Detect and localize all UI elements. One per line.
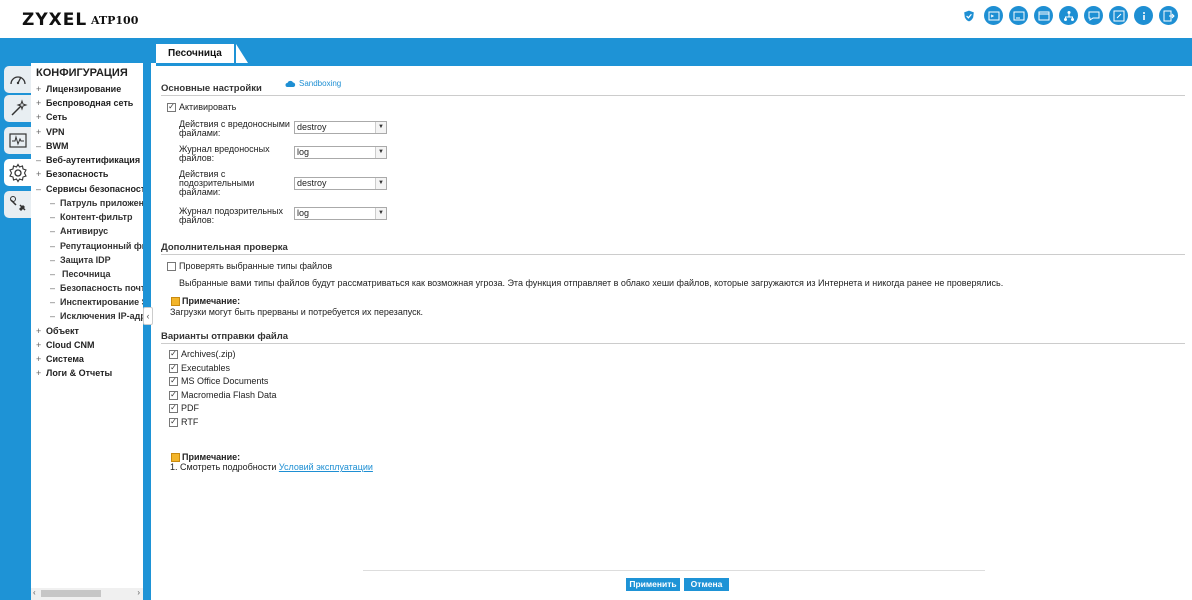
- activate-checkbox[interactable]: ✓ Активировать: [167, 102, 236, 112]
- cloud-icon: [285, 80, 296, 87]
- scroll-thumb[interactable]: [41, 590, 101, 597]
- tab-sandbox[interactable]: Песочница: [156, 44, 234, 63]
- nav-item-ip-exceptions[interactable]: –Исключения IP-адресов: [50, 311, 143, 321]
- footnote-text: 1. Смотреть подробности Условий эксплуат…: [170, 462, 373, 472]
- tab-edge: [236, 44, 248, 63]
- suspicious-action-label: Действия с подозрительными файлами:: [179, 169, 255, 197]
- nav-item-sandbox[interactable]: – Песочница: [50, 269, 112, 279]
- type-rtf-checkbox[interactable]: ✓ RTF: [169, 417, 198, 427]
- nav-item-system[interactable]: + Система: [36, 354, 84, 364]
- edit-icon[interactable]: [1109, 6, 1128, 25]
- malicious-action-select[interactable]: destroy ▼: [294, 121, 387, 134]
- nav-item-mail-security[interactable]: –Безопасность почты: [50, 283, 143, 293]
- nav-item-object[interactable]: + Объект: [36, 326, 79, 336]
- main-content: Основные настройки Sandboxing ✓ Активиро…: [151, 66, 1192, 600]
- nav-divider: [143, 63, 151, 600]
- suspicious-log-label: Журнал подозрительных файлов:: [179, 206, 283, 225]
- checkbox-checked[interactable]: ✓: [169, 363, 178, 373]
- checkbox-unchecked[interactable]: [167, 261, 176, 271]
- left-icon-rail: [0, 63, 31, 600]
- nav-item-vpn[interactable]: + VPN: [36, 127, 65, 137]
- nav-item-licensing[interactable]: + Лицензирование: [36, 84, 121, 94]
- sandboxing-link[interactable]: Sandboxing: [285, 79, 341, 88]
- extra-description: Выбранные вами типы файлов будут рассмат…: [179, 278, 1004, 288]
- type-executables-checkbox[interactable]: ✓ Executables: [169, 363, 230, 373]
- dashboard-icon[interactable]: [4, 66, 31, 93]
- nav-horizontal-scrollbar[interactable]: ‹ ›: [31, 588, 143, 600]
- chevron-down-icon: ▼: [375, 122, 386, 133]
- type-flash-checkbox[interactable]: ✓ Macromedia Flash Data: [169, 390, 277, 400]
- malicious-action-label: Действия с вредоносными файлами:: [179, 119, 290, 138]
- top-header: ZYXEL ATP100: [0, 0, 1192, 38]
- scroll-right-icon[interactable]: ›: [137, 588, 140, 597]
- wizard-icon[interactable]: [4, 95, 31, 122]
- nav-title: КОНФИГУРАЦИЯ: [36, 67, 128, 79]
- note-heading: Примечание:: [171, 296, 240, 306]
- check-file-types-checkbox[interactable]: Проверять выбранные типы файлов: [167, 261, 332, 271]
- footer-divider: [363, 570, 985, 571]
- checkbox-checked[interactable]: ✓: [169, 403, 178, 413]
- window-icon[interactable]: [1034, 6, 1053, 25]
- chat-icon[interactable]: [1084, 6, 1103, 25]
- nav-item-wireless[interactable]: + Беспроводная сеть: [36, 98, 133, 108]
- cancel-button[interactable]: Отмена: [684, 578, 729, 591]
- header-toolbar: [959, 6, 1178, 25]
- apply-button[interactable]: Применить: [626, 578, 680, 591]
- nav-item-network[interactable]: + Сеть: [36, 112, 67, 122]
- shield-icon[interactable]: [959, 6, 978, 25]
- scroll-left-icon[interactable]: ‹: [33, 588, 36, 597]
- checkbox-checked[interactable]: ✓: [169, 349, 178, 359]
- chevron-down-icon: ▼: [375, 178, 386, 189]
- nav-item-ssl-inspection[interactable]: –Инспектирование SSL: [50, 297, 143, 307]
- footnote-heading: Примечание:: [171, 452, 240, 462]
- nav-item-cloud-cnm[interactable]: + Cloud CNM: [36, 340, 95, 350]
- device-model: ATP100: [91, 14, 139, 27]
- nav-item-antivirus[interactable]: – Антивирус: [50, 226, 108, 236]
- chevron-down-icon: ▼: [375, 208, 386, 219]
- checkbox-checked[interactable]: ✓: [169, 390, 178, 400]
- checkbox-checked[interactable]: ✓: [169, 417, 178, 427]
- suspicious-action-select[interactable]: destroy ▼: [294, 177, 387, 190]
- nav-item-bwm[interactable]: – BWM: [36, 141, 69, 151]
- info-icon[interactable]: [1134, 6, 1153, 25]
- nav-item-security[interactable]: + Безопасность: [36, 169, 108, 179]
- gear-icon[interactable]: [4, 159, 31, 186]
- basic-settings-title: Основные настройки: [161, 83, 262, 94]
- checkbox-checked[interactable]: ✓: [169, 376, 178, 386]
- console-icon[interactable]: [984, 6, 1003, 25]
- note-text: Загрузки могут быть прерваны и потребует…: [170, 307, 424, 317]
- nav-item-content-filter[interactable]: – Контент-фильтр: [50, 212, 132, 222]
- nav-item-logs[interactable]: + Логи & Отчеты: [36, 368, 112, 378]
- type-archives-checkbox[interactable]: ✓ Archives(.zip): [169, 349, 236, 359]
- section-divider: [161, 95, 1185, 96]
- nav-item-reputation[interactable]: –Репутационный фильтр: [50, 241, 143, 251]
- cli-icon[interactable]: [1009, 6, 1028, 25]
- chevron-down-icon: ▼: [375, 147, 386, 158]
- nav-item-web-auth[interactable]: – Веб-аутентификация: [36, 155, 140, 165]
- monitor-icon[interactable]: [4, 127, 31, 154]
- maintenance-icon[interactable]: [4, 191, 31, 218]
- note-icon: [171, 452, 180, 462]
- malicious-log-select[interactable]: log ▼: [294, 146, 387, 159]
- zyxel-logo: ZYXEL: [22, 10, 88, 30]
- config-nav: КОНФИГУРАЦИЯ + Лицензирование + Беспроводн…: [31, 63, 143, 600]
- terms-link[interactable]: Условий эксплуатации: [279, 462, 373, 472]
- section-divider: [161, 254, 1185, 255]
- nav-item-idp[interactable]: – Защита IDP: [50, 255, 111, 265]
- type-pdf-checkbox[interactable]: ✓ PDF: [169, 403, 199, 413]
- nav-item-security-services[interactable]: – Сервисы безопасности: [36, 184, 143, 194]
- section-divider: [161, 343, 1185, 344]
- logout-icon[interactable]: [1159, 6, 1178, 25]
- extra-check-title: Дополнительная проверка: [161, 242, 288, 253]
- type-office-checkbox[interactable]: ✓ MS Office Documents: [169, 376, 268, 386]
- nav-item-app-patrol[interactable]: –Патруль приложений: [50, 198, 143, 208]
- file-submission-title: Варианты отправки файла: [161, 331, 289, 342]
- network-icon[interactable]: [1059, 6, 1078, 25]
- suspicious-log-select[interactable]: log ▼: [294, 207, 387, 220]
- malicious-log-label: Журнал вредоносных файлов:: [179, 144, 270, 163]
- note-icon: [171, 296, 180, 306]
- checkbox-checked[interactable]: ✓: [167, 102, 176, 112]
